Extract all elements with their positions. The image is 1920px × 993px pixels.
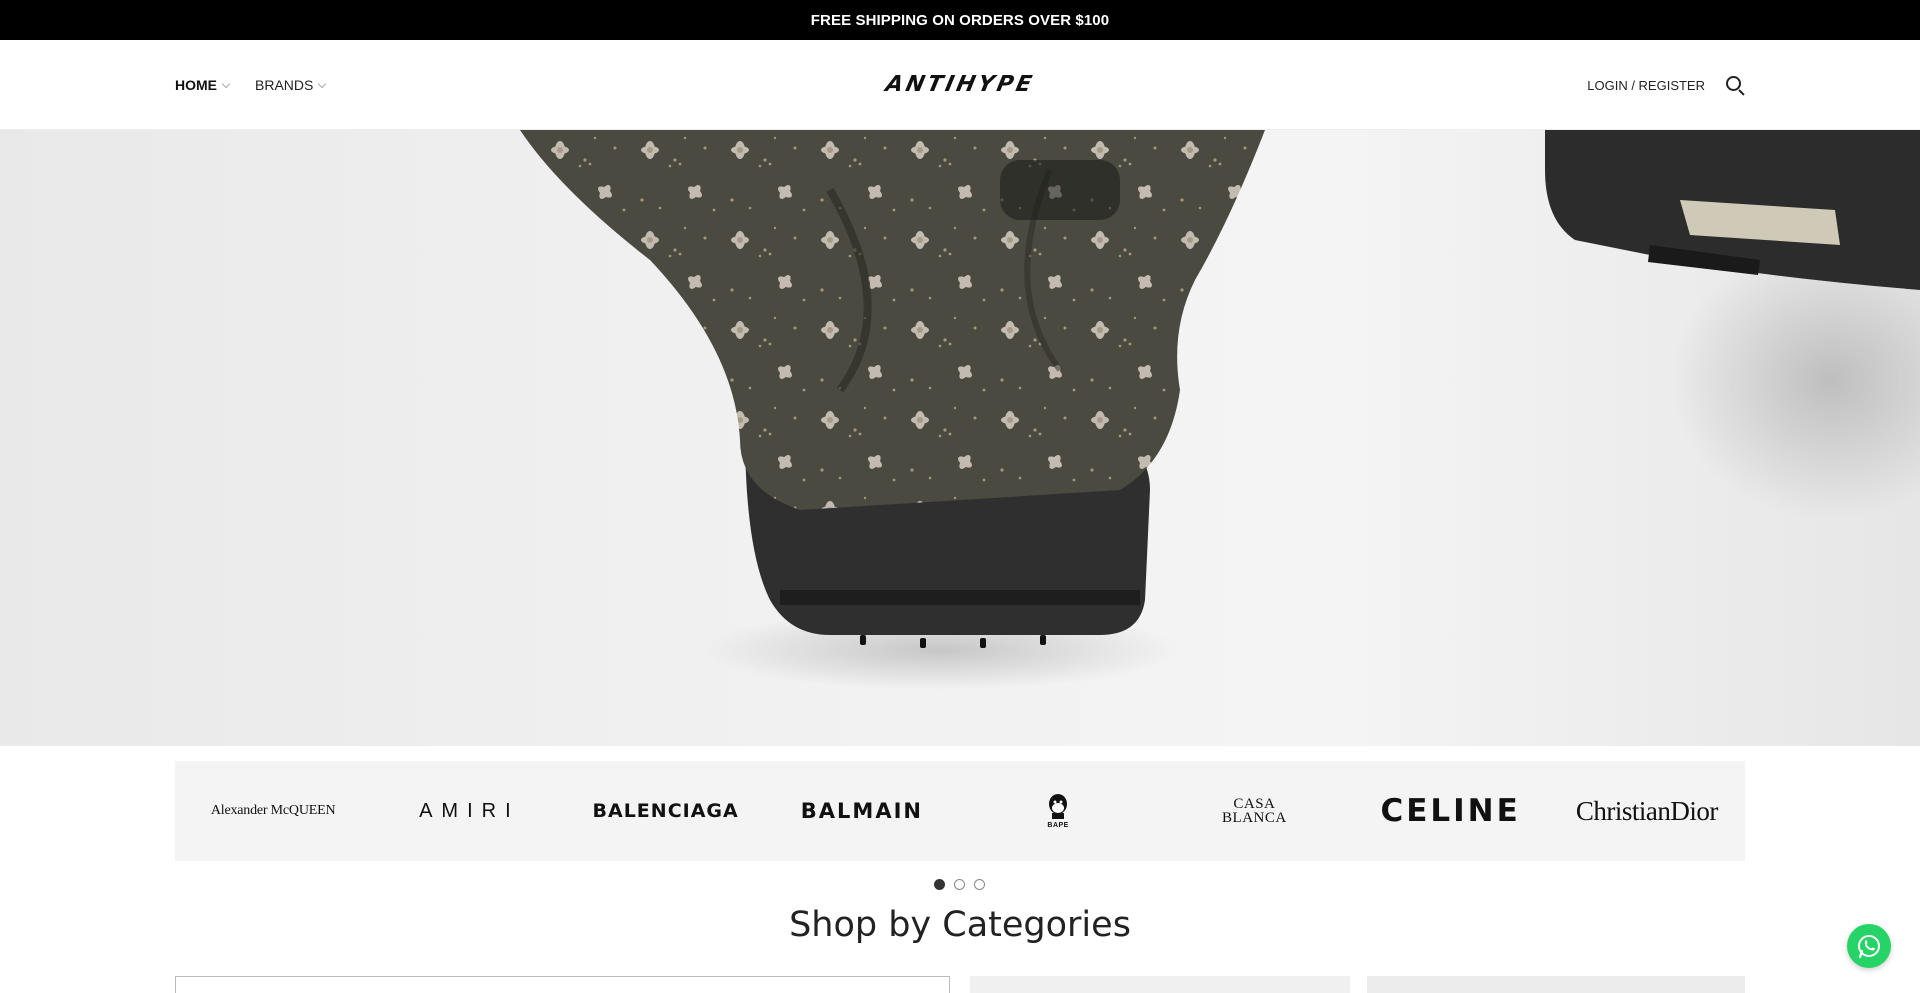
brand-logo-text: BALMAIN bbox=[800, 799, 923, 823]
site-header: HOME BRANDS ANTIHYPE LOGIN / REGISTER bbox=[0, 40, 1920, 130]
category-grid bbox=[175, 976, 1745, 993]
site-logo[interactable]: ANTIHYPE bbox=[864, 66, 1056, 102]
brand-logo-text: AMIRI bbox=[419, 799, 520, 822]
brand-logo-text: BALENCIAGA bbox=[592, 800, 739, 822]
brand-logo-text: CASA BLANCA bbox=[1222, 796, 1287, 826]
nav-item-brands[interactable]: BRANDS bbox=[255, 77, 327, 93]
category-card[interactable] bbox=[175, 976, 950, 993]
brand-logo-line: BLANCA bbox=[1222, 810, 1287, 826]
nav-item-label: HOME bbox=[175, 77, 217, 93]
brand-carousel: Alexander McQUEEN AMIRI BALENCIAGA BALMA… bbox=[175, 761, 1745, 861]
category-card[interactable] bbox=[1367, 976, 1745, 993]
announcement-text: FREE SHIPPING ON ORDERS OVER $100 bbox=[810, 11, 1110, 29]
chevron-down-icon bbox=[221, 79, 231, 88]
pagination-dot[interactable] bbox=[974, 879, 985, 890]
logo-text: ANTIHYPE bbox=[883, 71, 1037, 97]
brand-bape[interactable]: BAPE bbox=[960, 761, 1156, 861]
whatsapp-icon[interactable] bbox=[1847, 924, 1891, 968]
pagination-dot[interactable] bbox=[934, 879, 945, 890]
login-register-link[interactable]: LOGIN / REGISTER bbox=[1587, 78, 1705, 93]
brand-logo-text: CELINE bbox=[1380, 793, 1521, 829]
category-card[interactable] bbox=[970, 976, 1350, 993]
announcement-bar: FREE SHIPPING ON ORDERS OVER $100 bbox=[0, 0, 1920, 40]
brand-amiri[interactable]: AMIRI bbox=[371, 761, 567, 861]
hero-banner[interactable] bbox=[0, 130, 1920, 746]
brand-logo-line: CASA bbox=[1233, 796, 1276, 812]
hero-sneaker-image bbox=[520, 130, 1920, 690]
main-nav: HOME BRANDS bbox=[175, 40, 327, 130]
header-actions: LOGIN / REGISTER bbox=[1587, 40, 1745, 130]
brand-logo-text: Alexander McQUEEN bbox=[210, 803, 336, 818]
chevron-down-icon bbox=[318, 79, 327, 88]
brand-logo-text: ChristianDior bbox=[1575, 795, 1719, 826]
carousel-pagination bbox=[934, 879, 985, 890]
whatsapp-glyph bbox=[1858, 935, 1880, 959]
brand-christian-dior[interactable]: ChristianDior bbox=[1549, 761, 1745, 861]
brand-logo-text: BAPE bbox=[1047, 822, 1069, 829]
bape-ape-head-icon bbox=[1049, 794, 1068, 819]
nav-item-label: BRANDS bbox=[255, 77, 314, 93]
nav-item-home[interactable]: HOME bbox=[175, 77, 231, 93]
section-title: Shop by Categories bbox=[789, 905, 1131, 945]
search-icon[interactable] bbox=[1725, 75, 1745, 96]
brand-balmain[interactable]: BALMAIN bbox=[764, 761, 960, 861]
brand-casablanca[interactable]: CASA BLANCA bbox=[1156, 761, 1352, 861]
pagination-dot[interactable] bbox=[954, 879, 965, 890]
brand-balenciaga[interactable]: BALENCIAGA bbox=[568, 761, 764, 861]
brand-celine[interactable]: CELINE bbox=[1353, 761, 1549, 861]
brand-alexander-mcqueen[interactable]: Alexander McQUEEN bbox=[175, 761, 371, 861]
